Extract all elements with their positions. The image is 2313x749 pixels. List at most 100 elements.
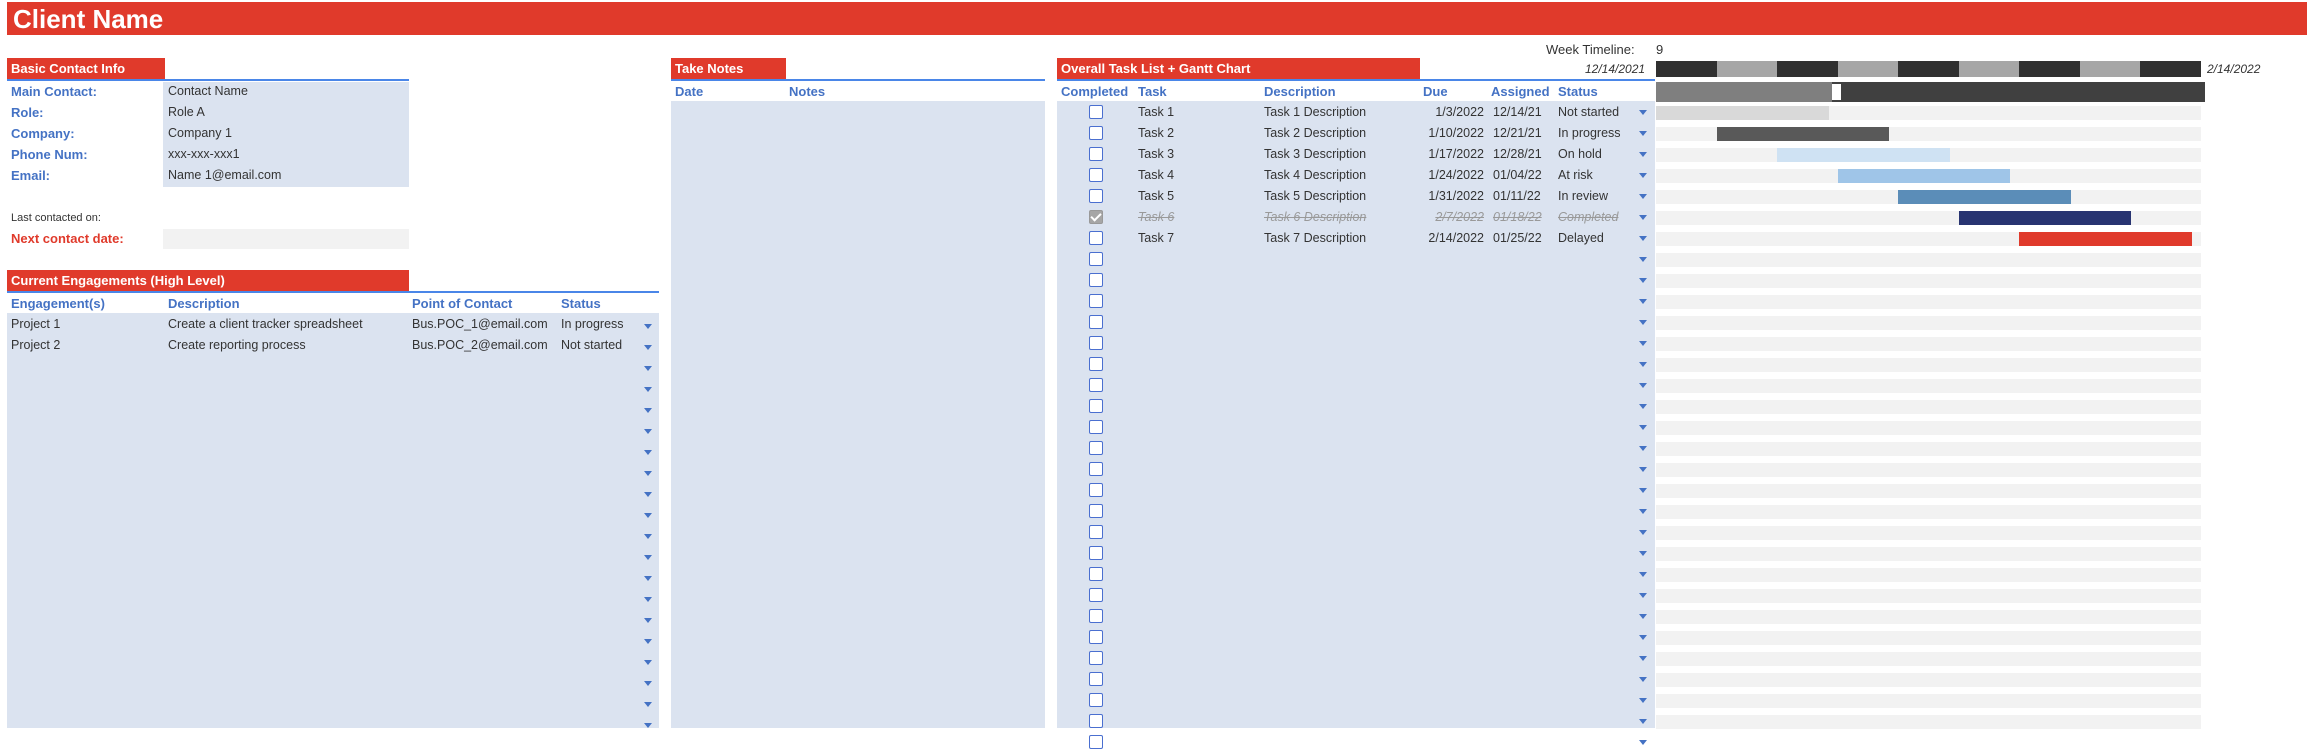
engagement-cell[interactable]: Project 1 bbox=[11, 317, 60, 331]
contact-value[interactable]: xxx-xxx-xxx1 bbox=[168, 147, 240, 161]
status-dropdown-icon[interactable] bbox=[644, 555, 652, 560]
engagement-cell[interactable]: Create a client tracker spreadsheet bbox=[168, 317, 363, 331]
completed-checkbox[interactable] bbox=[1089, 525, 1103, 539]
task-status[interactable]: In review bbox=[1558, 189, 1608, 203]
task-status-dropdown-icon[interactable] bbox=[1639, 215, 1647, 220]
status-dropdown-icon[interactable] bbox=[644, 408, 652, 413]
task-status-dropdown-icon[interactable] bbox=[1639, 593, 1647, 598]
task-assigned[interactable]: 12/14/21 bbox=[1493, 105, 1542, 119]
completed-checkbox[interactable] bbox=[1089, 714, 1103, 728]
task-status-dropdown-icon[interactable] bbox=[1639, 257, 1647, 262]
task-status-dropdown-icon[interactable] bbox=[1639, 320, 1647, 325]
status-dropdown-icon[interactable] bbox=[644, 723, 652, 728]
status-dropdown-icon[interactable] bbox=[644, 471, 652, 476]
engagement-cell[interactable]: Bus.POC_2@email.com bbox=[412, 338, 548, 352]
completed-checkbox[interactable] bbox=[1089, 189, 1103, 203]
notes-area[interactable] bbox=[671, 101, 1045, 728]
task-status[interactable]: At risk bbox=[1558, 168, 1593, 182]
status-dropdown-icon[interactable] bbox=[644, 576, 652, 581]
status-dropdown-icon[interactable] bbox=[644, 681, 652, 686]
status-dropdown-icon[interactable] bbox=[644, 618, 652, 623]
status-dropdown-icon[interactable] bbox=[644, 429, 652, 434]
contact-value[interactable]: Company 1 bbox=[168, 126, 232, 140]
task-status-dropdown-icon[interactable] bbox=[1639, 299, 1647, 304]
task-name[interactable]: Task 1 bbox=[1138, 105, 1174, 119]
completed-checkbox[interactable] bbox=[1089, 630, 1103, 644]
completed-checkbox[interactable] bbox=[1089, 483, 1103, 497]
task-status[interactable]: Delayed bbox=[1558, 231, 1604, 245]
completed-checkbox[interactable] bbox=[1089, 168, 1103, 182]
task-name[interactable]: Task 5 bbox=[1138, 189, 1174, 203]
task-status-dropdown-icon[interactable] bbox=[1639, 383, 1647, 388]
task-assigned[interactable]: 01/11/22 bbox=[1493, 189, 1541, 203]
task-status-dropdown-icon[interactable] bbox=[1639, 152, 1647, 157]
task-assigned[interactable]: 12/21/21 bbox=[1493, 126, 1542, 140]
task-status[interactable]: Completed bbox=[1558, 210, 1618, 224]
status-dropdown-icon[interactable] bbox=[644, 492, 652, 497]
contact-value[interactable]: Name 1@email.com bbox=[168, 168, 281, 182]
task-status-dropdown-icon[interactable] bbox=[1639, 530, 1647, 535]
task-status-dropdown-icon[interactable] bbox=[1639, 740, 1647, 745]
task-status-dropdown-icon[interactable] bbox=[1639, 488, 1647, 493]
task-due[interactable]: 2/7/2022 bbox=[1418, 210, 1484, 224]
week-timeline-value[interactable]: 9 bbox=[1656, 42, 1663, 57]
completed-checkbox[interactable] bbox=[1089, 294, 1103, 308]
task-due[interactable]: 1/3/2022 bbox=[1418, 105, 1484, 119]
task-assigned[interactable]: 01/18/22 bbox=[1493, 210, 1542, 224]
status-dropdown-icon[interactable] bbox=[644, 702, 652, 707]
completed-checkbox[interactable] bbox=[1089, 462, 1103, 476]
contact-value[interactable]: Role A bbox=[168, 105, 205, 119]
completed-checkbox[interactable] bbox=[1089, 651, 1103, 665]
task-description[interactable]: Task 5 Description bbox=[1264, 189, 1366, 203]
task-name[interactable]: Task 2 bbox=[1138, 126, 1174, 140]
task-status[interactable]: On hold bbox=[1558, 147, 1602, 161]
task-status-dropdown-icon[interactable] bbox=[1639, 110, 1647, 115]
task-assigned[interactable]: 01/04/22 bbox=[1493, 168, 1542, 182]
status-dropdown-icon[interactable] bbox=[644, 345, 652, 350]
status-dropdown-icon[interactable] bbox=[644, 513, 652, 518]
completed-checkbox[interactable] bbox=[1089, 672, 1103, 686]
task-status-dropdown-icon[interactable] bbox=[1639, 509, 1647, 514]
status-dropdown-icon[interactable] bbox=[644, 324, 652, 329]
task-status-dropdown-icon[interactable] bbox=[1639, 614, 1647, 619]
task-due[interactable]: 1/10/2022 bbox=[1418, 126, 1484, 140]
task-due[interactable]: 1/31/2022 bbox=[1418, 189, 1484, 203]
completed-checkbox[interactable] bbox=[1089, 609, 1103, 623]
completed-checkbox[interactable] bbox=[1089, 441, 1103, 455]
task-description[interactable]: Task 2 Description bbox=[1264, 126, 1366, 140]
task-due[interactable]: 1/24/2022 bbox=[1418, 168, 1484, 182]
completed-checkbox[interactable] bbox=[1089, 693, 1103, 707]
task-description[interactable]: Task 1 Description bbox=[1264, 105, 1366, 119]
completed-checkbox[interactable] bbox=[1089, 420, 1103, 434]
task-assigned[interactable]: 01/25/22 bbox=[1493, 231, 1542, 245]
next-contact-field[interactable] bbox=[163, 229, 409, 249]
task-due[interactable]: 2/14/2022 bbox=[1418, 231, 1484, 245]
task-status-dropdown-icon[interactable] bbox=[1639, 173, 1647, 178]
task-status[interactable]: In progress bbox=[1558, 126, 1621, 140]
task-due[interactable]: 1/17/2022 bbox=[1418, 147, 1484, 161]
completed-checkbox[interactable] bbox=[1089, 378, 1103, 392]
task-status-dropdown-icon[interactable] bbox=[1639, 236, 1647, 241]
task-status-dropdown-icon[interactable] bbox=[1639, 194, 1647, 199]
task-name[interactable]: Task 3 bbox=[1138, 147, 1174, 161]
task-status-dropdown-icon[interactable] bbox=[1639, 635, 1647, 640]
task-assigned[interactable]: 12/28/21 bbox=[1493, 147, 1542, 161]
task-status-dropdown-icon[interactable] bbox=[1639, 719, 1647, 724]
status-dropdown-icon[interactable] bbox=[644, 387, 652, 392]
task-status-dropdown-icon[interactable] bbox=[1639, 341, 1647, 346]
completed-checkbox[interactable] bbox=[1089, 336, 1103, 350]
task-name[interactable]: Task 7 bbox=[1138, 231, 1174, 245]
engagement-cell[interactable]: In progress bbox=[561, 317, 624, 331]
completed-checkbox[interactable] bbox=[1089, 126, 1103, 140]
completed-checkbox[interactable] bbox=[1089, 735, 1103, 749]
task-status-dropdown-icon[interactable] bbox=[1639, 572, 1647, 577]
task-name[interactable]: Task 4 bbox=[1138, 168, 1174, 182]
task-description[interactable]: Task 4 Description bbox=[1264, 168, 1366, 182]
task-status-dropdown-icon[interactable] bbox=[1639, 362, 1647, 367]
task-status-dropdown-icon[interactable] bbox=[1639, 446, 1647, 451]
status-dropdown-icon[interactable] bbox=[644, 366, 652, 371]
engagement-cell[interactable]: Create reporting process bbox=[168, 338, 306, 352]
task-description[interactable]: Task 6 Description bbox=[1264, 210, 1366, 224]
completed-checkbox[interactable] bbox=[1089, 231, 1103, 245]
task-status-dropdown-icon[interactable] bbox=[1639, 551, 1647, 556]
